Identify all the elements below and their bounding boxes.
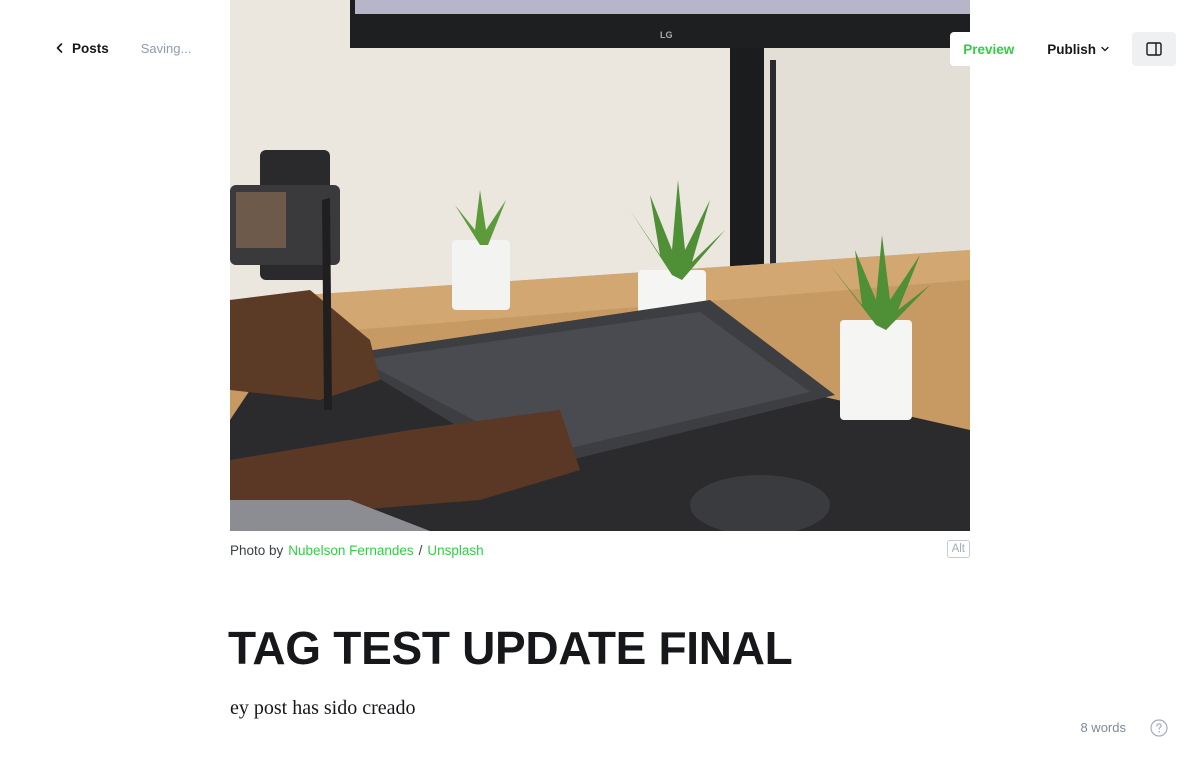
alt-text-button[interactable]: Alt <box>946 540 970 558</box>
topbar-right: Preview Publish <box>950 32 1176 66</box>
publish-label: Publish <box>1047 41 1096 57</box>
settings-sidebar-toggle[interactable] <box>1132 32 1176 66</box>
preview-button[interactable]: Preview <box>950 32 1028 66</box>
caption-prefix: Photo by <box>230 542 284 558</box>
feature-photo: LG <box>230 0 970 531</box>
post-body-editor[interactable]: ey post has sido creado <box>230 694 970 722</box>
back-to-posts-link[interactable]: Posts <box>54 41 109 56</box>
topbar-left: Posts Saving... <box>54 38 191 58</box>
editor-page: LG Posts Saving... Preview Publish Photo… <box>0 0 1200 776</box>
post-title[interactable]: TAG TEST UPDATE FINAL <box>228 620 988 676</box>
help-icon[interactable] <box>1150 719 1168 737</box>
image-caption[interactable]: Photo by Nubelson Fernandes / Unsplash A… <box>230 540 970 560</box>
caption-separator: / <box>418 542 423 558</box>
chevron-left-icon <box>56 43 63 53</box>
caption-author-link[interactable]: Nubelson Fernandes <box>288 543 413 558</box>
save-status: Saving... <box>140 40 192 56</box>
chevron-down-icon <box>1101 46 1109 52</box>
caption-source-link[interactable]: Unsplash <box>427 543 483 558</box>
word-count: 8 words <box>1080 720 1126 735</box>
sidebar-toggle-icon <box>1146 42 1162 56</box>
feature-image[interactable]: LG <box>230 0 970 531</box>
back-link-label: Posts <box>72 40 109 56</box>
publish-button[interactable]: Publish <box>1037 32 1120 66</box>
monitor-brand: LG <box>660 30 673 40</box>
